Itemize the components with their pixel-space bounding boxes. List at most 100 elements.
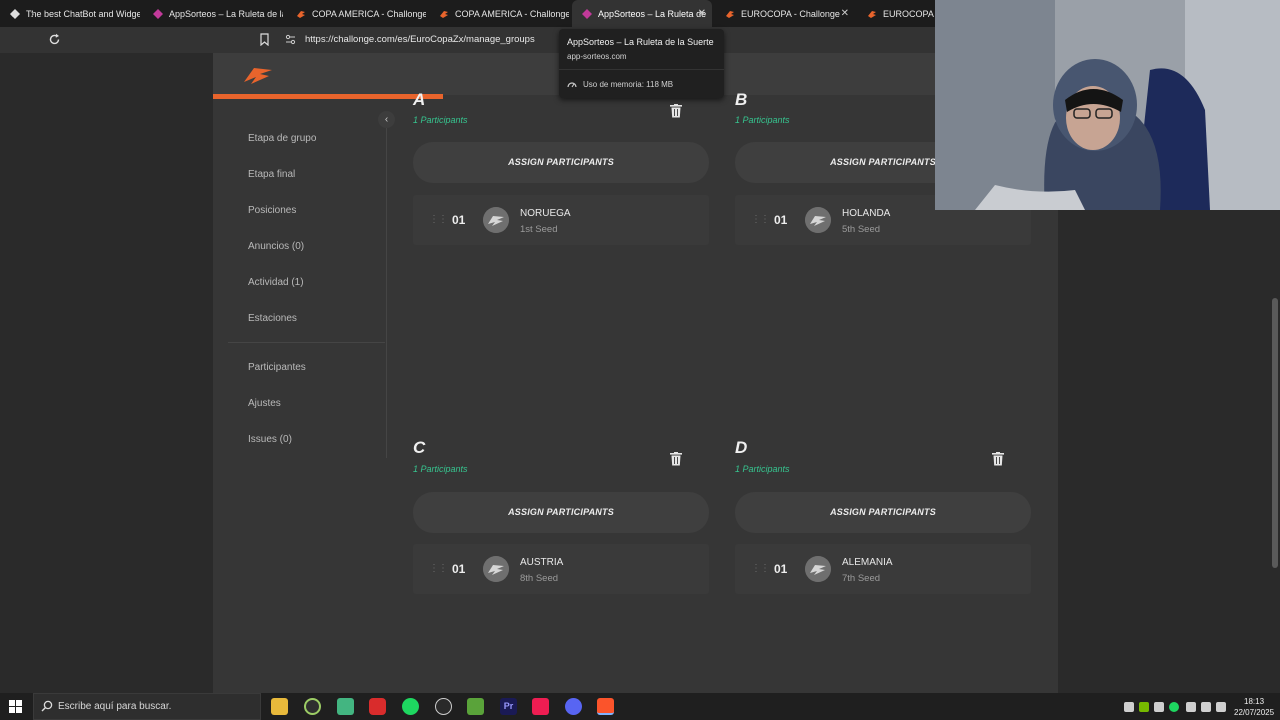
memory-gauge-icon [567, 82, 577, 88]
participant-number: 01 [774, 213, 788, 227]
group-b-count: 1 Participants [735, 115, 790, 125]
sidebar-item-participantes[interactable]: Participantes [248, 362, 306, 373]
sidebar-item-ajustes[interactable]: Ajustes [248, 398, 281, 409]
participant-row[interactable]: ⋮⋮ 01 AUSTRIA 8th Seed [413, 544, 709, 594]
challonge-favicon-icon [726, 10, 734, 18]
tab-title: AppSorteos – La Ruleta de la S [169, 8, 283, 19]
challonge-logo-icon[interactable] [242, 64, 274, 86]
network-tray-icon[interactable] [1186, 702, 1196, 712]
participant-name: HOLANDA [842, 208, 891, 219]
challonge-favicon-icon [297, 10, 305, 18]
forward-arrow-icon[interactable]: › [30, 5, 35, 21]
participant-seed: 5th Seed [842, 224, 881, 235]
premiere-icon[interactable]: Pr [500, 698, 517, 715]
participant-avatar-icon [483, 556, 509, 582]
delete-group-trash-icon[interactable] [670, 104, 682, 118]
tab-appsorteos-active[interactable]: AppSorteos – La Ruleta de ✕ [572, 0, 712, 27]
participant-number: 01 [452, 213, 466, 227]
group-d-count: 1 Participants [735, 464, 790, 474]
obs-icon[interactable] [435, 698, 452, 715]
discord-icon[interactable] [565, 698, 582, 715]
participant-name: ALEMANIA [842, 557, 893, 568]
participant-row[interactable]: ⋮⋮ 01 NORUEGA 1st Seed [413, 195, 709, 245]
delete-group-trash-icon[interactable] [670, 452, 682, 466]
group-d-title: D [735, 438, 748, 457]
participant-name: AUSTRIA [520, 557, 564, 568]
brave-browser-icon[interactable] [597, 698, 614, 715]
tab-appsorteos-1[interactable]: AppSorteos – La Ruleta de la S [143, 0, 283, 27]
group-c-count: 1 Participants [413, 464, 468, 474]
clock-time: 18:13 [1244, 697, 1265, 706]
tab-eurocopa-2[interactable]: EUROCOPA - Ch [857, 0, 935, 27]
nvidia-tray-icon[interactable] [1139, 702, 1149, 712]
tab-copa-america-2[interactable]: COPA AMERICA - Challonge [429, 0, 569, 27]
participant-avatar-icon [805, 556, 831, 582]
battery-tray-icon[interactable] [1201, 702, 1211, 712]
collapse-sidebar-button[interactable]: ‹ [378, 111, 395, 128]
group-a-count: 1 Participants [413, 115, 468, 125]
volume-tray-icon[interactable] [1216, 702, 1226, 712]
file-explorer-icon[interactable] [271, 698, 288, 715]
tab-title: COPA AMERICA - Challonge [312, 8, 426, 19]
tab-title: AppSorteos – La Ruleta de [598, 8, 707, 19]
drag-handle-icon[interactable]: ⋮⋮ [429, 563, 448, 574]
android-app-icon[interactable] [337, 698, 354, 715]
back-arrow-icon[interactable]: ‹ [10, 5, 15, 21]
sidebar-item-anuncios[interactable]: Anuncios (0) [248, 241, 304, 252]
appsorteos-favicon-icon [582, 8, 592, 19]
tab-chatbot[interactable]: The best ChatBot and Widgets [0, 0, 140, 27]
sidebar-item-etapa-de-grupo[interactable]: Etapa de grupo [248, 133, 316, 144]
discord-tray-icon[interactable] [1124, 702, 1134, 712]
drag-handle-icon[interactable]: ⋮⋮ [429, 214, 448, 225]
tab-hover-divider [559, 69, 724, 70]
participant-avatar-icon [483, 207, 509, 233]
participant-seed: 1st Seed [520, 224, 558, 235]
site-settings-icon[interactable] [285, 34, 296, 45]
tab-close-icon[interactable]: ✕ [841, 8, 849, 19]
sidebar-border [386, 128, 387, 458]
webcam-overlay [935, 0, 1280, 210]
obs-tray-icon[interactable] [1154, 702, 1164, 712]
minecraft-icon[interactable] [467, 698, 484, 715]
active-section-indicator [213, 94, 443, 99]
webcam-person-image [935, 0, 1280, 210]
address-bar[interactable]: https://challonge.com/es/EuroCopaZx/mana… [305, 34, 535, 45]
tab-hover-memory: Uso de memoria: 118 MB [583, 80, 674, 89]
video-player-icon[interactable] [369, 698, 386, 715]
participant-number: 01 [452, 562, 466, 576]
bookmark-icon[interactable] [259, 33, 270, 46]
taskbar-clock[interactable]: 18:13 22/07/2025 [1234, 696, 1274, 718]
assign-participants-button[interactable]: ASSIGN PARTICIPANTS [735, 492, 1031, 533]
participant-seed: 7th Seed [842, 573, 881, 584]
tab-copa-america-1[interactable]: COPA AMERICA - Challonge [286, 0, 426, 27]
sidebar-item-estaciones[interactable]: Estaciones [248, 313, 297, 324]
tiktok-icon[interactable] [532, 698, 549, 715]
spotify-icon[interactable] [402, 698, 419, 715]
page-scrollbar-thumb[interactable] [1272, 298, 1278, 568]
reload-icon[interactable] [48, 33, 61, 46]
assign-participants-button[interactable]: ASSIGN PARTICIPANTS [413, 142, 709, 183]
delete-group-trash-icon[interactable] [992, 452, 1004, 466]
assign-participants-button[interactable]: ASSIGN PARTICIPANTS [413, 492, 709, 533]
group-a-title: A [413, 90, 426, 109]
sidebar-item-actividad[interactable]: Actividad (1) [248, 277, 304, 288]
sidebar-item-etapa-final[interactable]: Etapa final [248, 169, 295, 180]
clock-date: 22/07/2025 [1234, 708, 1275, 717]
group-c-title: C [413, 438, 426, 457]
tab-title: EUROCOPA - Ch [883, 8, 935, 19]
sidebar-item-issues[interactable]: Issues (0) [248, 434, 292, 445]
chrome-app-icon[interactable] [304, 698, 321, 715]
tab-hover-card: AppSorteos – La Ruleta de la Suerte app-… [559, 29, 724, 98]
tab-eurocopa-1[interactable]: EUROCOPA - Challonge ✕ [715, 0, 855, 27]
taskbar-search-placeholder[interactable]: Escribe aquí para buscar. [58, 701, 171, 712]
participant-avatar-icon [805, 207, 831, 233]
drag-handle-icon[interactable]: ⋮⋮ [751, 214, 770, 225]
challonge-favicon-icon [868, 10, 876, 18]
spotify-tray-icon[interactable] [1169, 702, 1179, 712]
tab-hover-title: AppSorteos – La Ruleta de la Suerte [567, 37, 714, 47]
sidebar-item-posiciones[interactable]: Posiciones [248, 205, 296, 216]
tab-close-icon[interactable]: ✕ [698, 8, 706, 19]
participant-row[interactable]: ⋮⋮ 01 ALEMANIA 7th Seed [735, 544, 1031, 594]
drag-handle-icon[interactable]: ⋮⋮ [751, 563, 770, 574]
windows-start-icon[interactable] [9, 700, 22, 713]
